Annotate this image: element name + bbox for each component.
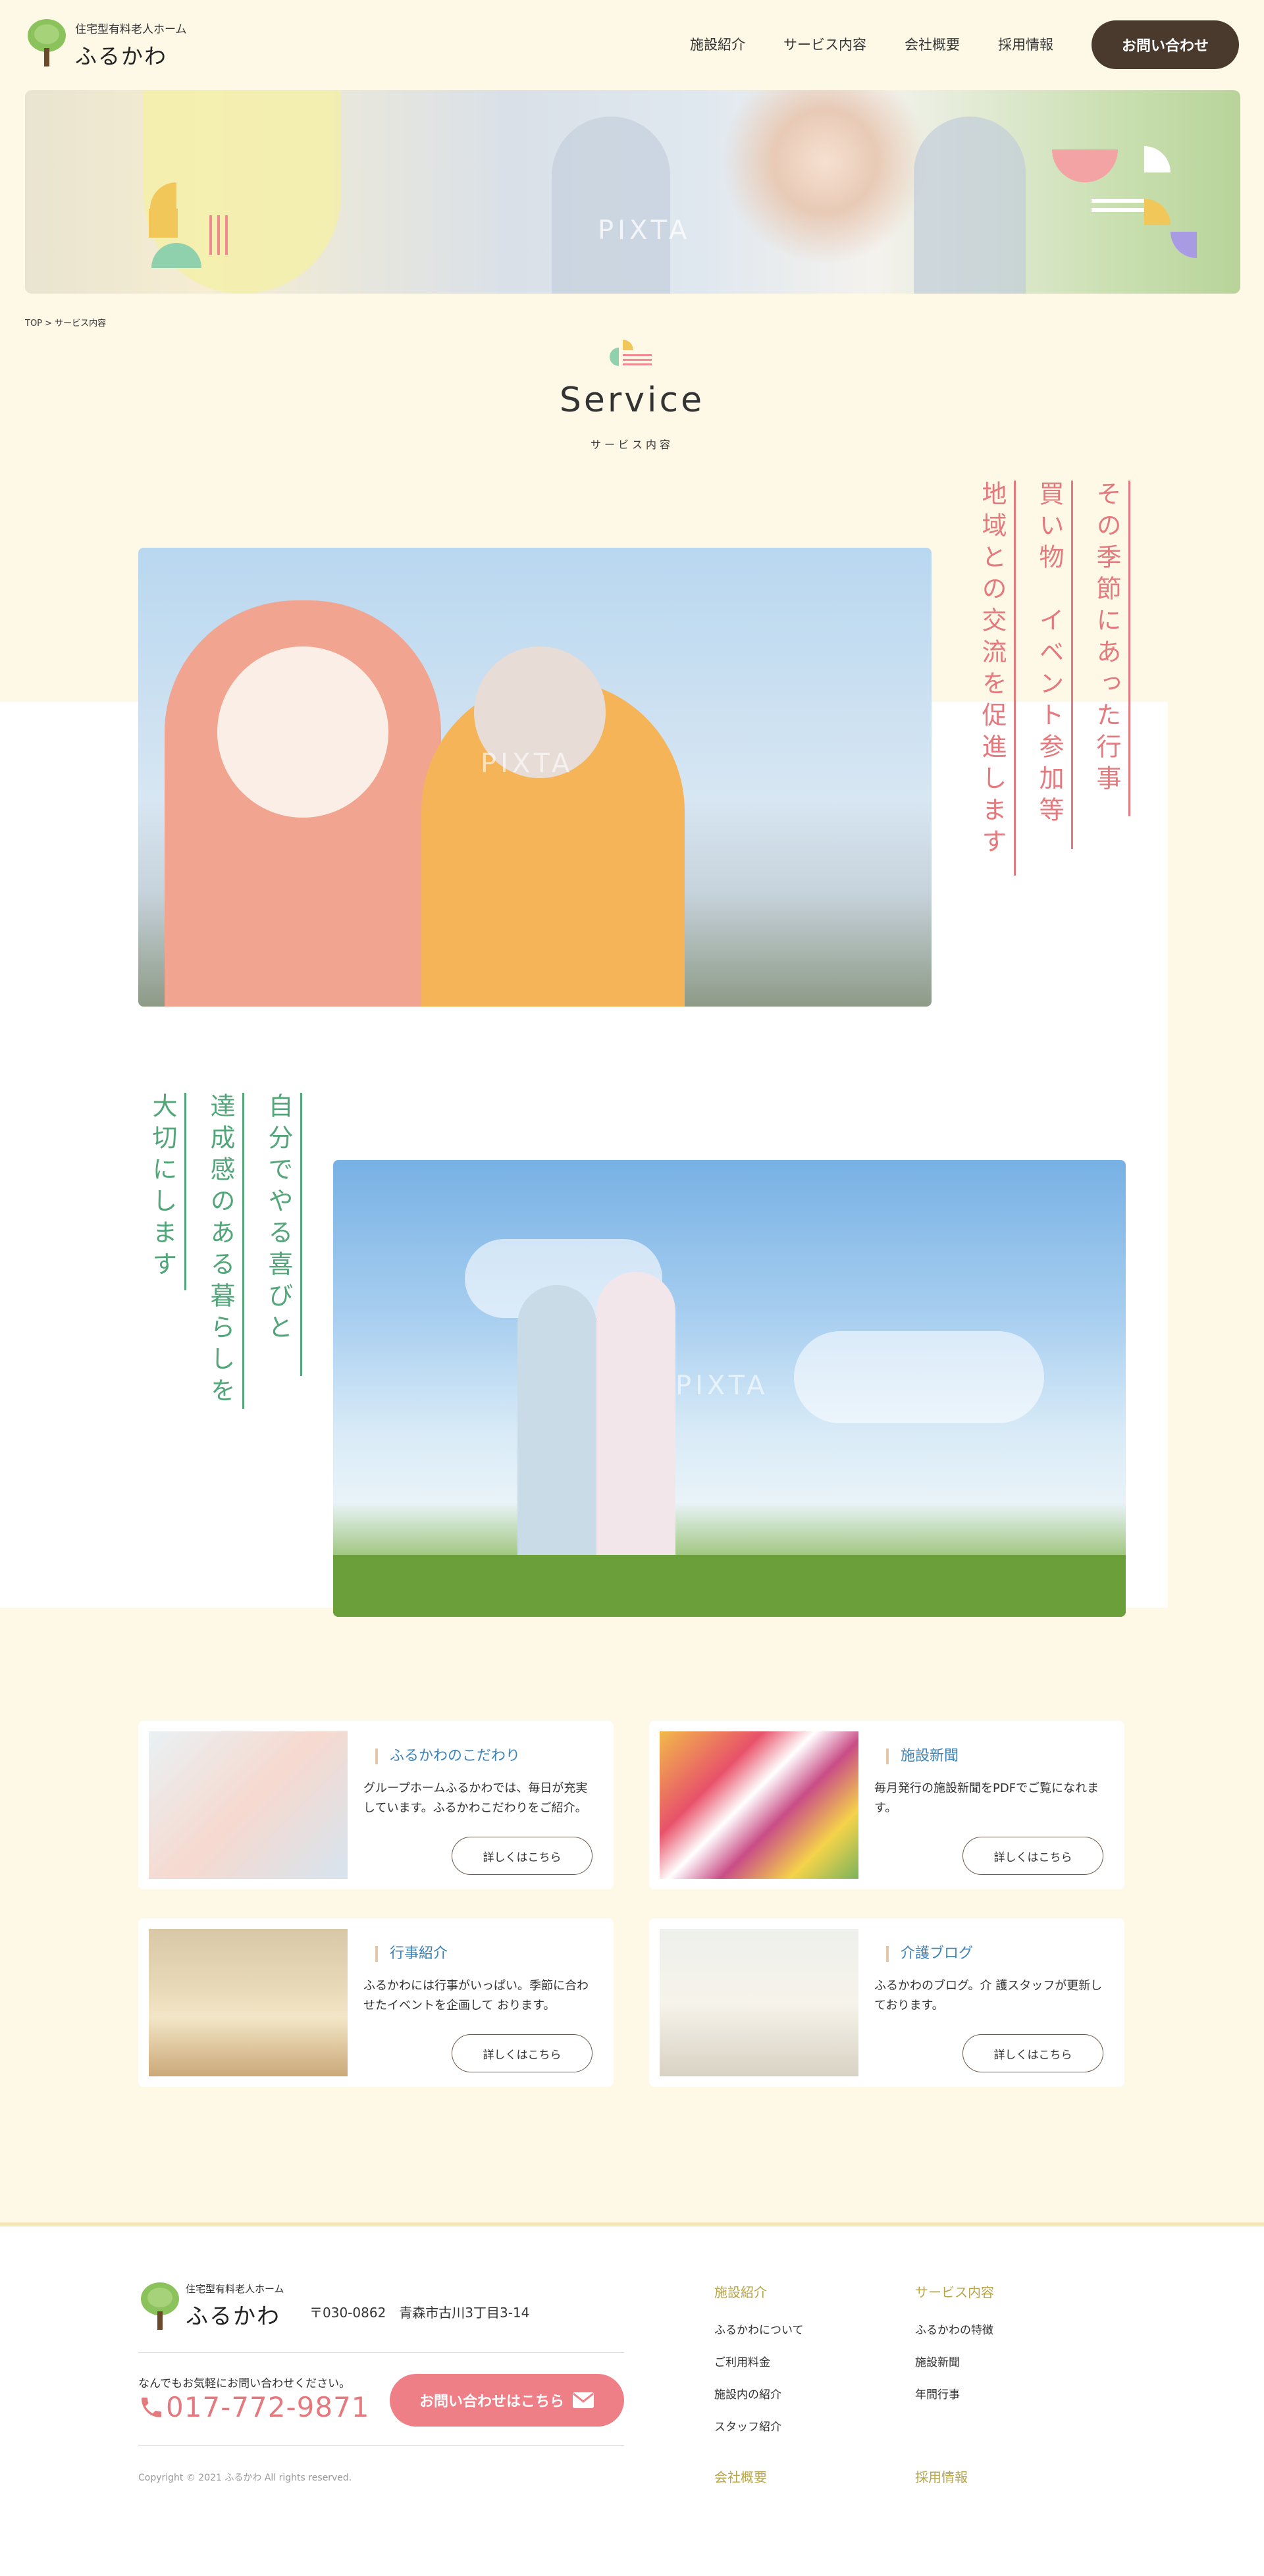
card-title[interactable]: 介護ブログ — [886, 1946, 973, 1962]
feature2-line3: 大切にします — [148, 1093, 186, 1290]
footer-divider — [138, 2352, 624, 2353]
card-title[interactable]: 施設新聞 — [886, 1748, 959, 1764]
section-subtitle: サービス内容 — [590, 438, 673, 451]
mail-icon — [573, 2392, 594, 2408]
section-emblem-icon — [610, 340, 652, 366]
hero-watermark: PIXTA — [598, 215, 691, 246]
card-blog-photo — [660, 1929, 858, 2076]
feature1-photo: PIXTA — [138, 548, 932, 1007]
card-newsletter[interactable]: 施設新聞 毎月発行の施設新聞をPDFでご覧になれます。 詳しくはこちら — [649, 1721, 1124, 1889]
footer-logo[interactable]: 住宅型有料老人ホーム ふるかわ — [138, 2282, 284, 2330]
card-blog[interactable]: 介護ブログ ふるかわのブログ。介 護スタッフが更新しております。 詳しくはこちら — [649, 1918, 1124, 2087]
footer-col-service: サービス内容 ふるかわの特徴 施設新聞 年間行事 — [915, 2282, 994, 2402]
footer-link[interactable]: ご利用料金 — [714, 2353, 804, 2369]
footer-copyright: Copyright © 2021 ふるかわ All rights reserve… — [138, 2473, 352, 2483]
footer-link[interactable]: 年間行事 — [915, 2385, 994, 2402]
hero-banner: PIXTA — [25, 90, 1240, 294]
feature1-watermark: PIXTA — [481, 749, 574, 779]
footer-link[interactable]: 施設新聞 — [915, 2353, 994, 2369]
footer-logo-title: ふるかわ — [186, 2303, 280, 2330]
phone-icon — [142, 2397, 161, 2417]
footer-phone-number[interactable]: 017-772-9871 — [166, 2391, 370, 2423]
card-detail-button[interactable]: 詳しくはこちら — [452, 1837, 592, 1875]
card-description: グループホームふるかわでは、毎日が充実しています。ふるかわこだわりをご紹介。 — [363, 1781, 588, 1815]
footer-link[interactable]: 施設内の紹介 — [714, 2385, 804, 2402]
card-detail-button[interactable]: 詳しくはこちら — [452, 2034, 592, 2072]
card-events-photo — [149, 1929, 348, 2076]
feature2-line1: 自分でやる喜びと — [264, 1093, 302, 1376]
footer-col-recruit[interactable]: 採用情報 — [915, 2467, 968, 2486]
feature1-line2: 買い物 イベント参加等 — [1035, 481, 1073, 849]
nav-facility[interactable]: 施設紹介 — [690, 34, 745, 54]
card-description: 毎月発行の施設新聞をPDFでご覧になれます。 — [874, 1781, 1099, 1815]
global-nav: 施設紹介 サービス内容 会社概要 採用情報 — [690, 34, 1053, 54]
footer-contact-button[interactable]: お問い合わせはこちら — [390, 2374, 624, 2427]
logo-title: ふるかわ — [75, 43, 167, 69]
footer-link[interactable]: ふるかわの特徴 — [915, 2321, 994, 2337]
card-title[interactable]: 行事紹介 — [375, 1946, 448, 1962]
logo-subtitle: 住宅型有料老人ホーム — [75, 22, 187, 36]
tree-logo-icon — [25, 19, 68, 70]
feature1-line3: 地域との交流を促進します — [978, 481, 1016, 876]
card-kodawari[interactable]: ふるかわのこだわり グループホームふるかわでは、毎日が充実しています。ふるかわこ… — [138, 1721, 614, 1889]
card-newsletter-photo — [660, 1731, 858, 1879]
tree-logo-icon — [138, 2282, 179, 2330]
footer-address: 〒030-0862 青森市古川3丁目3-14 — [309, 2305, 530, 2321]
footer-col-facility: 施設紹介 ふるかわについて ご利用料金 施設内の紹介 スタッフ紹介 — [714, 2282, 804, 2434]
nav-company[interactable]: 会社概要 — [905, 34, 960, 54]
card-detail-button[interactable]: 詳しくはこちら — [962, 1837, 1103, 1875]
card-detail-button[interactable]: 詳しくはこちら — [962, 2034, 1103, 2072]
footer-call-text: なんでもお気軽にお問い合わせください。 — [138, 2377, 351, 2390]
hero-right-shapes-icon — [1052, 146, 1197, 258]
footer-col-heading[interactable]: 施設紹介 — [714, 2282, 804, 2301]
card-description: ふるかわには行事がいっぱい。季節に合わせたイベントを企画して おります。 — [363, 1979, 589, 2012]
feature2-watermark: PIXTA — [675, 1371, 769, 1401]
feature2-line2: 達成感のある暮らしを — [206, 1093, 244, 1409]
card-title[interactable]: ふるかわのこだわり — [375, 1748, 520, 1764]
header-contact-button[interactable]: お問い合わせ — [1092, 20, 1239, 69]
footer-phone[interactable]: 017-772-9871 — [138, 2391, 370, 2423]
feature1-line1: その季節にあった行事 — [1092, 481, 1130, 816]
site-logo[interactable]: 住宅型有料老人ホーム ふるかわ — [25, 18, 196, 71]
card-description: ふるかわのブログ。介 護スタッフが更新しております。 — [874, 1979, 1103, 2012]
footer-col-company[interactable]: 会社概要 — [714, 2467, 767, 2486]
footer-link[interactable]: ふるかわについて — [714, 2321, 804, 2337]
card-events[interactable]: 行事紹介 ふるかわには行事がいっぱい。季節に合わせたイベントを企画して おります… — [138, 1918, 614, 2087]
nav-recruit[interactable]: 採用情報 — [998, 34, 1053, 54]
breadcrumb[interactable]: TOP > サービス内容 — [25, 316, 106, 329]
card-kodawari-photo — [149, 1731, 348, 1879]
footer-logo-subtitle: 住宅型有料老人ホーム — [186, 2283, 284, 2295]
footer-link[interactable]: スタッフ紹介 — [714, 2417, 804, 2434]
footer-col-heading[interactable]: サービス内容 — [915, 2282, 994, 2301]
nav-service[interactable]: サービス内容 — [783, 34, 866, 54]
footer-contact-label: お問い合わせはこちら — [419, 2394, 564, 2410]
hero-left-shapes-icon — [149, 182, 228, 268]
feature2-photo: PIXTA — [333, 1160, 1126, 1617]
footer-divider — [138, 2445, 624, 2446]
section-title: Service — [559, 381, 705, 420]
